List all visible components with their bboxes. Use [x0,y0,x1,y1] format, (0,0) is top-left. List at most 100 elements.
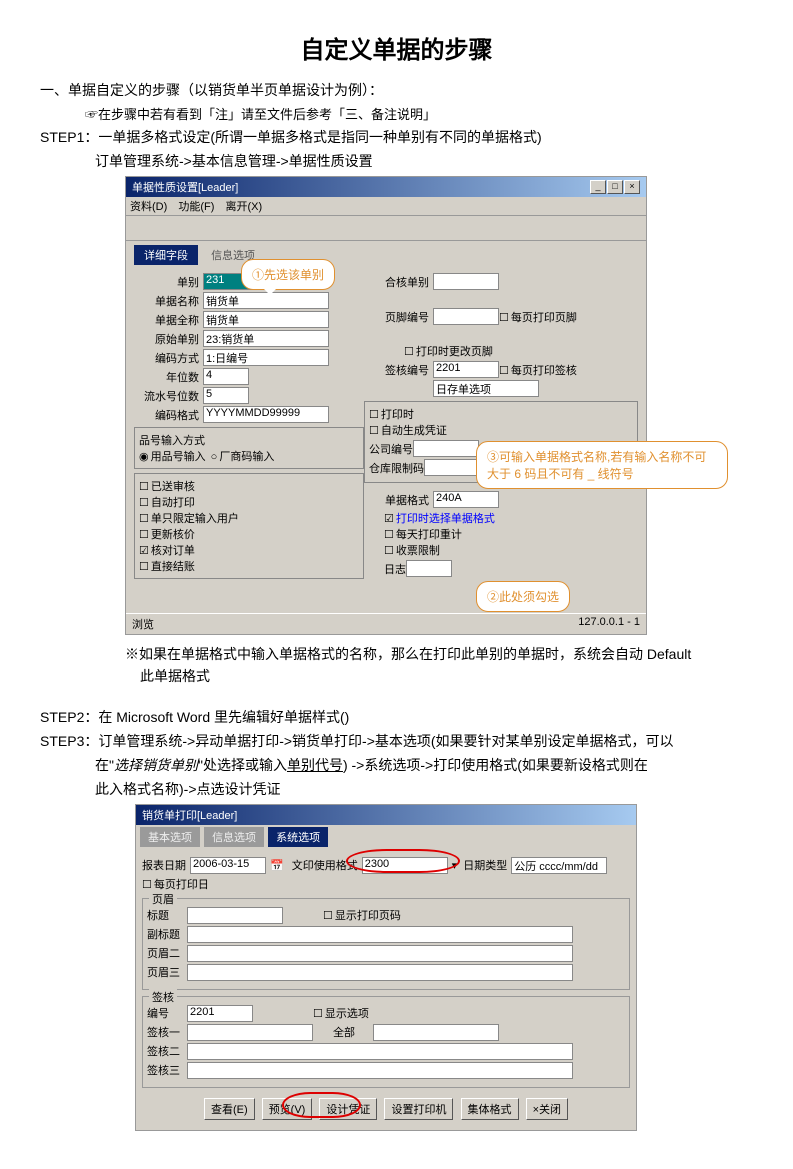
toolbar [126,216,646,241]
tab-info[interactable]: 信息选项 [204,827,264,847]
label: 签核一 [147,1024,187,1040]
page-title: 自定义单据的步骤 [40,30,753,65]
step3-line2: 在"选择销货单别"处选择或输入单别代号) ->系统选项->打印使用格式(如果要新… [95,755,753,775]
button-row: 查看(E) 预览(V) 设计凭证 设置打印机 集体格式 ×关闭 [142,1094,630,1124]
checkbox[interactable]: 打印时更改页脚 [404,343,493,359]
input[interactable]: 5 [203,387,249,404]
window-xiaohuo-print: 销货单打印[Leader] 基本选项 信息选项 系统选项 报表日期 2006-0… [135,804,637,1131]
step2-line: STEP2：在 Microsoft Word 里先编辑好单据样式() [40,707,753,727]
checkbox[interactable]: 核对订单 [139,545,195,557]
btn-jiti[interactable]: 集体格式 [461,1098,519,1120]
label: 单据格式 [364,492,429,508]
status-right: 127.0.0.1 - 1 [578,616,640,632]
input-danju-fmt[interactable]: 240A [433,491,499,508]
section-1-heading: 一、单据自定义的步骤（以销货单半页单据设计为例）： [40,80,753,100]
input-date[interactable]: 2006-03-15 [190,857,266,874]
radio-changshang[interactable]: 厂商码输入 [211,451,275,463]
input[interactable]: 2201 [433,361,499,378]
input[interactable]: 4 [203,368,249,385]
checkbox[interactable]: 每页打印签核 [499,362,577,378]
group-qianhe: 签核 编号2201显示选项 签核一全部 签核二 签核三 [142,996,630,1088]
group-title: 签核 [149,989,177,1005]
input[interactable] [187,926,573,943]
input[interactable]: 日存单选项 [433,380,539,397]
checkbox[interactable]: 显示打印页码 [323,907,401,923]
statusbar: 浏览 127.0.0.1 - 1 [126,613,646,634]
input[interactable]: 销货单 [203,311,329,328]
checkbox[interactable]: 更新核价 [139,529,195,541]
calendar-icon[interactable]: 📅 [270,859,284,872]
window-controls[interactable]: _□× [589,180,640,194]
close-icon[interactable]: × [624,180,640,194]
group-checks: 已送审核 自动打印 单只限定输入用户 更新核价 核对订单 直接结账 [134,473,364,579]
input[interactable]: 1:日编号 [203,349,329,366]
btn-shezhi[interactable]: 设置打印机 [384,1098,453,1120]
btn-close[interactable]: ×关闭 [526,1098,568,1120]
checkbox[interactable]: 每页打印页脚 [499,309,577,325]
window-danju-xingzhi: 单据性质设置[Leader] _□× 资料(D) 功能(F) 离开(X) ①先选… [125,176,647,635]
tab-detail[interactable]: 详细字段 [134,245,198,265]
menu-item[interactable]: 资料(D) [130,201,167,213]
checkbox-dayin-xj[interactable]: 打印时选择单据格式 [384,513,495,525]
label: 日志 [384,561,406,577]
label: 仓库限制码 [369,460,424,476]
checkbox[interactable]: 收票限制 [384,545,440,557]
radio-pinhao[interactable]: 用品号输入 [139,451,206,463]
red-oval-2 [282,1092,361,1118]
input[interactable] [187,964,573,981]
input[interactable]: 2201 [187,1005,253,1022]
input[interactable] [413,440,479,457]
minimize-icon[interactable]: _ [590,180,606,194]
label: 全部 [333,1024,373,1040]
label: 单别 [134,274,199,290]
label: 公司编号 [369,441,413,457]
after-step1-note1: ※如果在单据格式中输入单据格式的名称，那么在打印此单别的单据时，系统会自动 De… [125,643,753,665]
input[interactable] [433,273,499,290]
label: 标题 [147,907,187,923]
input[interactable] [373,1024,499,1041]
input[interactable] [187,945,573,962]
label: 日期类型 [463,857,507,873]
section-1-note: ☞在步骤中若有看到「注」请至文件后参考「三、备注说明」 [85,104,753,123]
status-left: 浏览 [132,616,154,632]
input[interactable]: 23:销货单 [203,330,329,347]
input[interactable]: YYYYMMDD99999 [203,406,329,423]
maximize-icon[interactable]: □ [607,180,623,194]
checkbox[interactable]: 打印时 [369,409,414,421]
callout-3: ③可输入单据格式名称,若有输入名称不可大于 6 码且不可有 _ 线符号 [476,441,728,489]
callout-2: ②此处须勾选 [476,581,570,612]
callout-1: ①先选该单别 [241,259,335,290]
label: 签核编号 [364,362,429,378]
checkbox[interactable]: 每天打印重计 [384,529,462,541]
label: 报表日期 [142,857,186,873]
btn-chakan[interactable]: 查看(E) [204,1098,255,1120]
checkbox[interactable]: 已送审核 [139,481,195,493]
tabs: 基本选项 信息选项 系统选项 [136,825,636,849]
tab-basic[interactable]: 基本选项 [140,827,200,847]
menu-item[interactable]: 功能(F) [178,201,214,213]
input[interactable] [187,907,283,924]
input[interactable] [187,1024,313,1041]
input[interactable] [406,560,452,577]
tab-system[interactable]: 系统选项 [268,827,328,847]
label: 签核二 [147,1043,187,1059]
menu-item[interactable]: 离开(X) [225,201,262,213]
menubar[interactable]: 资料(D) 功能(F) 离开(X) [126,197,646,216]
input[interactable] [433,308,499,325]
checkbox[interactable]: 显示选项 [313,1005,369,1021]
input-dtype[interactable]: 公历 cccc/mm/dd [511,857,607,874]
input[interactable] [187,1043,573,1060]
group-yemei: 页眉 标题显示打印页码 副标题 页眉二 页眉三 [142,898,630,990]
red-oval-1 [346,849,460,873]
checkbox[interactable]: 自动生成凭证 [369,425,447,437]
label: 页眉三 [147,964,187,980]
titlebar: 销货单打印[Leader] [136,805,636,825]
label: 编码格式 [134,407,199,423]
checkbox[interactable]: 自动打印 [139,497,195,509]
checkbox[interactable]: 每页打印日 [142,876,209,892]
label: 编号 [147,1005,187,1021]
checkbox[interactable]: 单只限定输入用户 [139,513,239,525]
checkbox[interactable]: 直接结账 [139,561,195,573]
step1-line1: STEP1：一单据多格式设定(所谓一单据多格式是指同一种单别有不同的单据格式) [40,127,753,147]
input[interactable] [187,1062,573,1079]
